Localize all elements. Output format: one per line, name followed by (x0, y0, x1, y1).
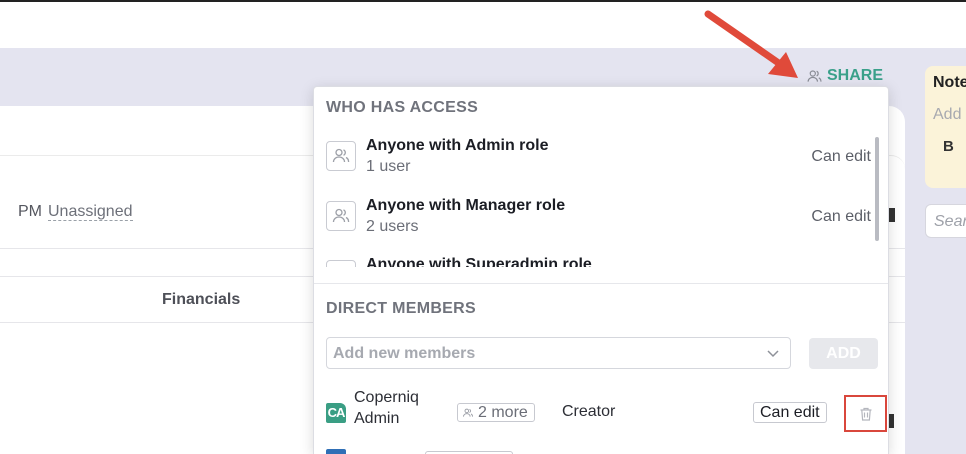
permission-select[interactable]: Can edit (753, 402, 827, 423)
access-count: 1 user (366, 158, 411, 175)
pm-label: PM (18, 203, 42, 220)
member-name: Coperniq (354, 389, 419, 406)
bold-button[interactable]: B (943, 138, 966, 155)
annotation-arrow (704, 10, 798, 78)
share-button[interactable]: SHARE (806, 67, 883, 85)
add-members-placeholder: Add new members (333, 345, 476, 362)
scroll-edge (889, 414, 894, 428)
access-name: Anyone with Admin role (366, 137, 549, 154)
top-bar (0, 0, 966, 48)
scroll-edge (889, 208, 895, 222)
delete-member-button[interactable] (844, 395, 887, 432)
access-permission: Can edit (811, 148, 871, 165)
share-label: SHARE (827, 67, 884, 84)
access-count: 2 users (366, 218, 419, 235)
divider (314, 283, 888, 284)
notes-input[interactable]: Add (933, 106, 966, 124)
pm-value[interactable]: Unassigned (48, 203, 133, 221)
chevron-down-icon[interactable] (766, 346, 780, 360)
tab-financials[interactable]: Financials (162, 291, 240, 309)
notes-panel: Notes Add B (925, 66, 966, 188)
access-name: Anyone with Manager role (366, 197, 566, 214)
add-members-input[interactable]: Add new members (326, 337, 791, 369)
member-name-line2: Admin (354, 410, 400, 427)
trash-icon (860, 407, 871, 421)
member-row: CA Coperniq Admin 2 more Creator Can edi… (326, 389, 887, 439)
more-label: 2 more (478, 403, 528, 421)
list-item: Anyone with Superadmin role (326, 256, 871, 267)
search-input[interactable]: Search (925, 204, 966, 238)
direct-members-title: DIRECT MEMBERS (326, 300, 476, 317)
share-popup: WHO HAS ACCESS Anyone with Admin role 1 … (313, 86, 889, 454)
member-row (326, 449, 886, 454)
users-icon (326, 260, 356, 267)
access-name: Anyone with Superadmin role (366, 256, 592, 267)
access-list[interactable]: Anyone with Admin role 1 user Can edit A… (314, 127, 888, 267)
users-icon (463, 408, 474, 417)
notes-title: Notes (933, 74, 966, 91)
avatar: CA (326, 403, 346, 423)
users-icon (326, 141, 356, 171)
list-item: Anyone with Manager role 2 users Can edi… (326, 197, 871, 247)
who-has-access-title: WHO HAS ACCESS (326, 99, 479, 116)
pm-field: PM Unassigned (18, 203, 133, 221)
avatar (326, 449, 346, 454)
list-item: Anyone with Admin role 1 user Can edit (326, 137, 871, 187)
member-role: Creator (562, 403, 616, 420)
access-permission: Can edit (811, 208, 871, 225)
scrollbar[interactable] (875, 137, 879, 241)
more-members-pill[interactable]: 2 more (457, 403, 535, 422)
add-button[interactable]: ADD (809, 338, 878, 369)
users-icon (326, 201, 356, 231)
